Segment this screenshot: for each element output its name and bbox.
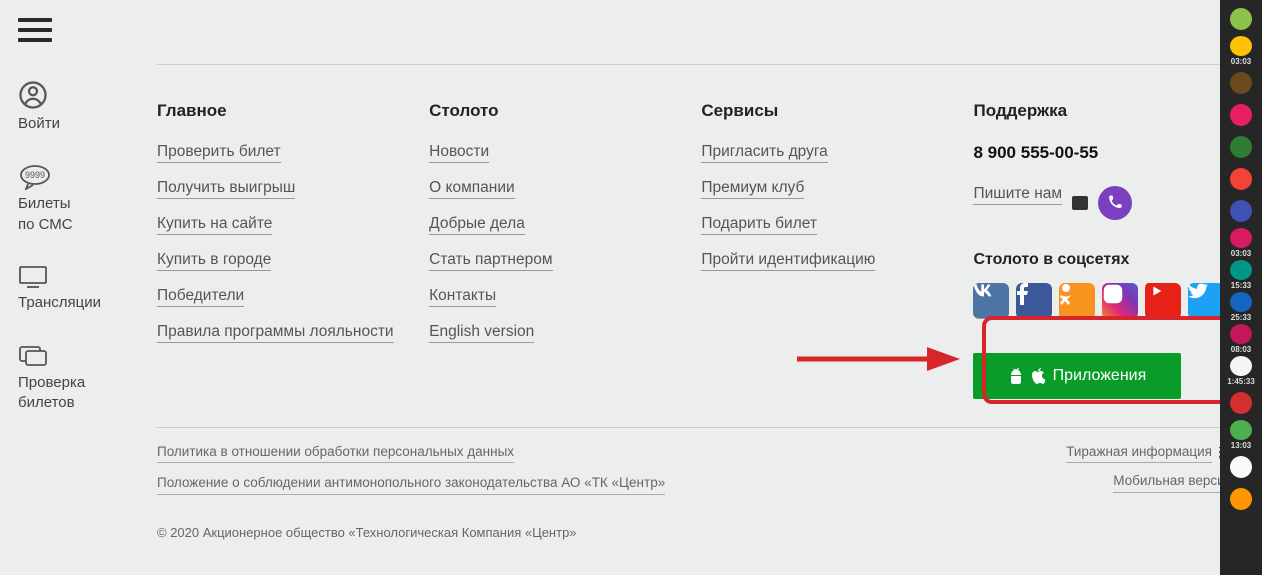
- check-tickets-button[interactable]: Проверка билетов: [18, 343, 135, 414]
- link-invite[interactable]: Пригласить друга: [701, 143, 827, 163]
- link-about[interactable]: О компании: [429, 179, 515, 199]
- apps-button[interactable]: Приложения: [973, 353, 1181, 399]
- check-label-2: билетов: [18, 394, 75, 411]
- apps-label: Приложения: [1053, 367, 1147, 385]
- rss-link[interactable]: Тиражная информация: [1066, 442, 1212, 463]
- instagram-button[interactable]: [1102, 283, 1138, 319]
- broadcast-button[interactable]: Трансляции: [18, 265, 135, 313]
- social-row: [973, 283, 1232, 335]
- main-content: Главное Проверить билет Получить выигрыш…: [135, 0, 1262, 575]
- write-us-link[interactable]: Пишите нам: [973, 185, 1062, 205]
- link-get-winnings[interactable]: Получить выигрыш: [157, 179, 295, 199]
- login-button[interactable]: Войти: [18, 80, 135, 134]
- tickets-label-2: по СМС: [18, 216, 73, 233]
- chat-icon: [1072, 196, 1088, 210]
- left-sidebar: Войти 9999 Билеты по СМС Трансляции Пров…: [0, 0, 135, 575]
- lottery-widget[interactable]: [1225, 484, 1257, 514]
- lottery-widget[interactable]: 08:03: [1225, 324, 1257, 354]
- lottery-widget[interactable]: [1225, 164, 1257, 194]
- apple-icon: [1031, 368, 1045, 384]
- bottom-bar: Политика в отношении обработки персональ…: [157, 427, 1232, 540]
- lottery-widget[interactable]: [1225, 388, 1257, 418]
- sms-tickets-button[interactable]: 9999 Билеты по СМС: [18, 164, 135, 235]
- link-buy-online[interactable]: Купить на сайте: [157, 215, 272, 235]
- login-label: Войти: [18, 115, 60, 132]
- monitor-icon: [18, 265, 135, 289]
- lottery-widget[interactable]: [1225, 68, 1257, 98]
- link-identify[interactable]: Пройти идентификацию: [701, 251, 875, 271]
- ticket-icon: [18, 343, 135, 369]
- footer-col-main: Главное Проверить билет Получить выигрыш…: [157, 101, 429, 399]
- link-premium[interactable]: Премиум клуб: [701, 179, 804, 199]
- link-news[interactable]: Новости: [429, 143, 489, 163]
- lottery-widget[interactable]: 25:33: [1225, 292, 1257, 322]
- link-contacts[interactable]: Контакты: [429, 287, 496, 307]
- copyright: © 2020 Акционерное общество «Технологиче…: [157, 525, 665, 540]
- lottery-widget[interactable]: 13:03: [1225, 420, 1257, 450]
- svg-text:9999: 9999: [25, 170, 45, 180]
- lottery-widget[interactable]: [1225, 100, 1257, 130]
- lottery-widget[interactable]: 1:45:33: [1225, 356, 1257, 386]
- lottery-widget[interactable]: [1225, 196, 1257, 226]
- right-widget-bar: 03:0303:0315:3325:3308:031:45:3313:03: [1220, 0, 1262, 575]
- youtube-button[interactable]: [1145, 283, 1181, 319]
- link-loyalty[interactable]: Правила программы лояльности: [157, 323, 394, 343]
- lottery-widget[interactable]: 03:03: [1225, 36, 1257, 66]
- vk-button[interactable]: [973, 283, 1009, 319]
- lottery-widget[interactable]: 15:33: [1225, 260, 1257, 290]
- facebook-button[interactable]: [1016, 283, 1052, 319]
- lottery-widget[interactable]: [1225, 132, 1257, 162]
- link-english[interactable]: English version: [429, 323, 534, 343]
- link-winners[interactable]: Победители: [157, 287, 244, 307]
- link-gift[interactable]: Подарить билет: [701, 215, 817, 235]
- col-support-title: Поддержка: [973, 101, 1232, 121]
- ok-button[interactable]: [1059, 283, 1095, 319]
- footer-col-stoloto: Столото Новости О компании Добрые дела С…: [429, 101, 701, 399]
- col-stoloto-title: Столото: [429, 101, 701, 121]
- user-icon: [18, 80, 135, 110]
- mobile-link[interactable]: Мобильная версия: [1113, 471, 1232, 492]
- footer-col-support: Поддержка 8 900 555-00-55 Пишите нам Сто…: [973, 101, 1232, 399]
- link-check-ticket[interactable]: Проверить билет: [157, 143, 281, 163]
- viber-button[interactable]: [1098, 186, 1132, 220]
- lottery-widget[interactable]: [1225, 4, 1257, 34]
- lottery-widget[interactable]: [1225, 452, 1257, 482]
- privacy-link[interactable]: Политика в отношении обработки персональ…: [157, 442, 514, 463]
- android-icon: [1009, 368, 1023, 384]
- link-good-deeds[interactable]: Добрые дела: [429, 215, 525, 235]
- support-phone: 8 900 555-00-55: [973, 143, 1232, 163]
- tickets-label-1: Билеты: [18, 195, 70, 212]
- link-buy-city[interactable]: Купить в городе: [157, 251, 271, 271]
- menu-button[interactable]: [18, 18, 52, 42]
- col-services-title: Сервисы: [701, 101, 973, 121]
- antimonopoly-link[interactable]: Положение о соблюдении антимонопольного …: [157, 473, 665, 494]
- footer-col-services: Сервисы Пригласить друга Премиум клуб По…: [701, 101, 973, 399]
- col-main-title: Главное: [157, 101, 429, 121]
- broadcast-label: Трансляции: [18, 294, 101, 311]
- chat-bubble-icon: 9999: [18, 164, 135, 190]
- social-title: Столото в соцсетях: [973, 251, 1232, 269]
- check-label-1: Проверка: [18, 374, 85, 391]
- lottery-widget[interactable]: 03:03: [1225, 228, 1257, 258]
- link-partner[interactable]: Стать партнером: [429, 251, 552, 271]
